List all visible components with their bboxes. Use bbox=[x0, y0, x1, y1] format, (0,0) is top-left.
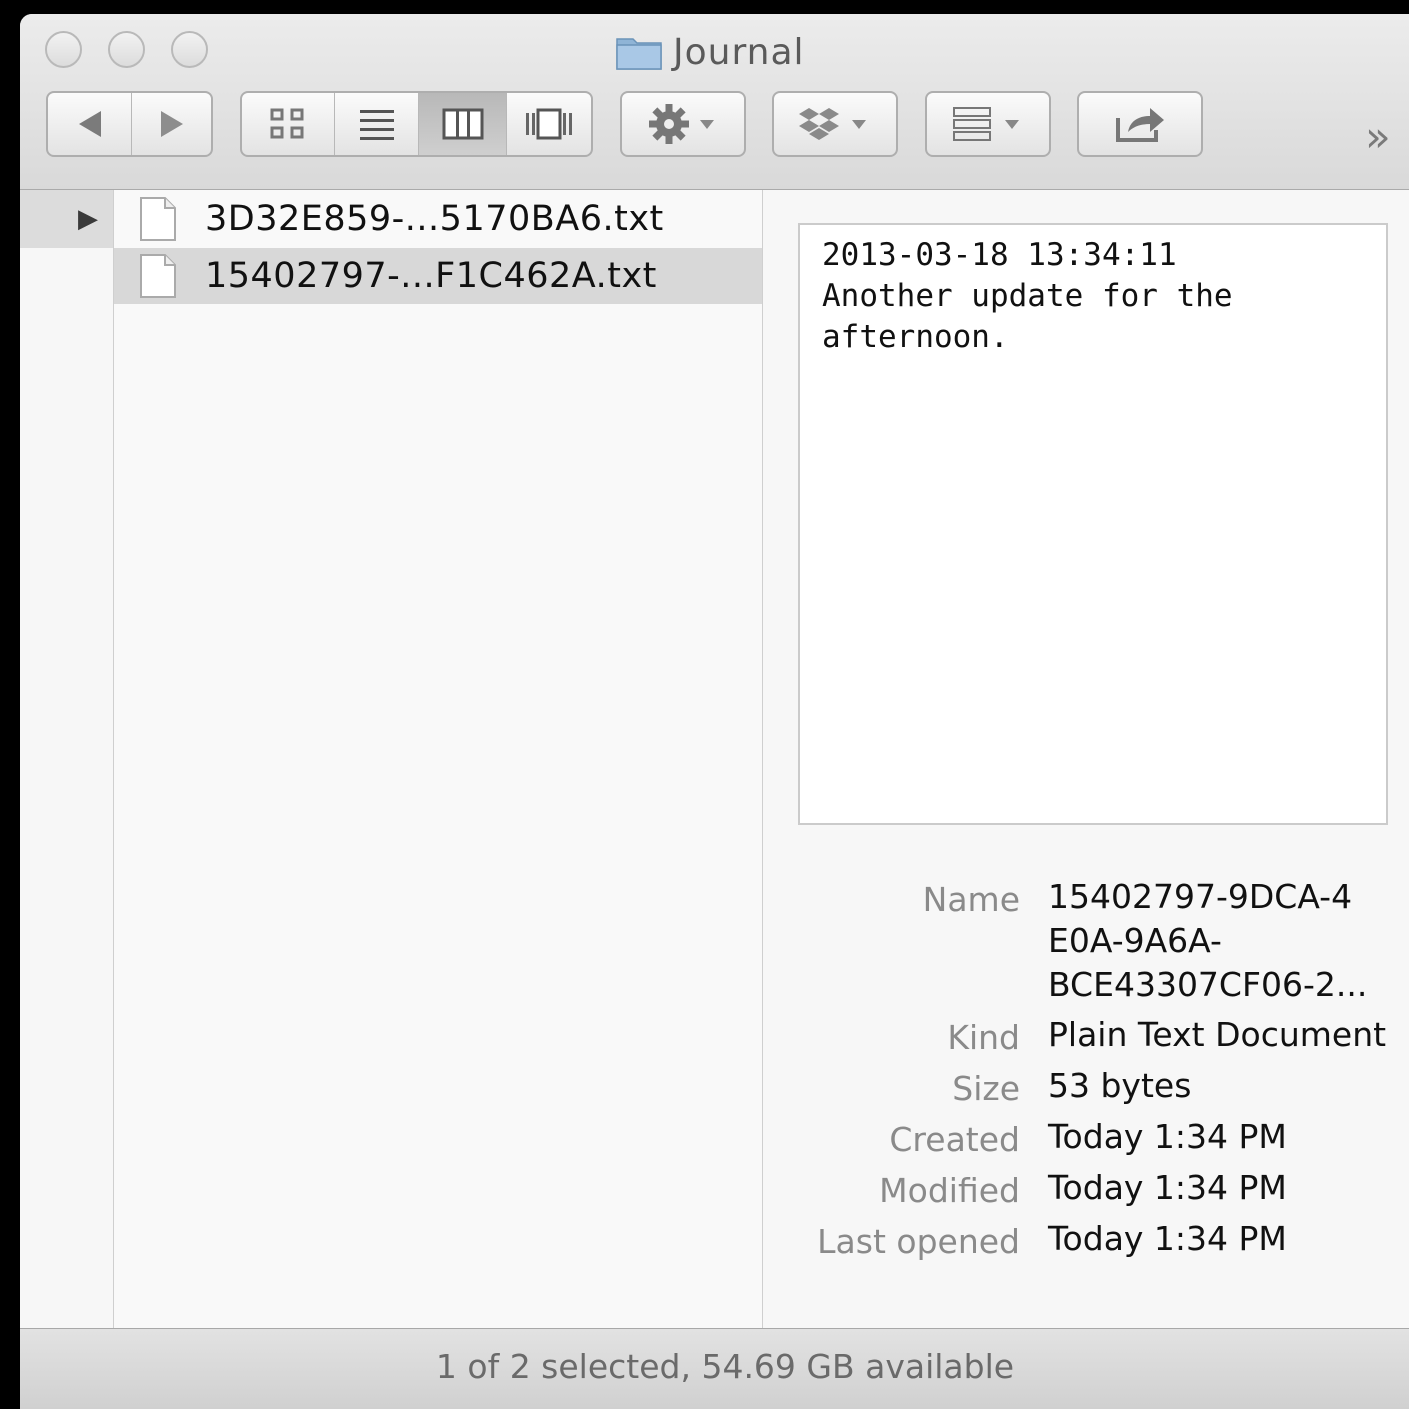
zoom-button[interactable] bbox=[171, 31, 208, 68]
info-label: Last opened bbox=[817, 1222, 1020, 1261]
file-row[interactable]: 3D32E859-...5170BA6.txt bbox=[114, 191, 762, 247]
sidebar: ▶ bbox=[20, 190, 114, 1328]
file-name: 15402797-...F1C462A.txt bbox=[205, 256, 657, 296]
status-bar: 1 of 2 selected, 54.69 GB available bbox=[20, 1328, 1409, 1409]
info-value: 53 bytes bbox=[1048, 1066, 1192, 1105]
view-mode-group bbox=[240, 91, 593, 157]
coverflow-view-icon bbox=[526, 108, 572, 140]
share-button[interactable] bbox=[1077, 91, 1203, 157]
nav-button-group bbox=[46, 91, 213, 157]
info-label: Created bbox=[889, 1120, 1020, 1159]
info-value: BCE43307CF06-2... bbox=[1048, 965, 1368, 1004]
info-value: 15402797-9DCA-4 bbox=[1048, 877, 1353, 916]
preview-line: Another update for the bbox=[822, 278, 1233, 314]
coverflow-view-button[interactable] bbox=[506, 93, 591, 155]
sidebar-item[interactable]: ▶ bbox=[20, 190, 113, 248]
back-button[interactable] bbox=[48, 93, 131, 155]
info-label: Modified bbox=[879, 1171, 1020, 1210]
disclosure-triangle-icon[interactable]: ▶ bbox=[78, 204, 98, 234]
icon-view-button[interactable] bbox=[242, 93, 334, 155]
close-button[interactable] bbox=[45, 31, 82, 68]
info-label: Size bbox=[952, 1069, 1020, 1108]
window-title-group: Journal bbox=[615, 30, 805, 74]
info-value: E0A-9A6A- bbox=[1048, 921, 1222, 960]
text-file-icon bbox=[140, 197, 176, 241]
toolbar-overflow-button[interactable]: » bbox=[1365, 112, 1391, 161]
share-icon bbox=[1116, 108, 1164, 142]
window-title: Journal bbox=[673, 31, 805, 73]
list-view-icon bbox=[359, 110, 394, 140]
info-value: Today 1:34 PM bbox=[1048, 1117, 1287, 1156]
gear-icon bbox=[649, 104, 714, 144]
file-column: 3D32E859-...5170BA6.txt 15402797-...F1C4… bbox=[114, 190, 763, 1328]
titlebar: Journal » bbox=[20, 14, 1409, 190]
column-view-button[interactable] bbox=[418, 93, 506, 155]
folder-icon bbox=[616, 38, 662, 70]
forward-icon bbox=[160, 111, 183, 137]
preview-pane: 2013-03-18 13:34:11 Another update for t… bbox=[763, 190, 1409, 1328]
status-text: 1 of 2 selected, 54.69 GB available bbox=[435, 1347, 1015, 1386]
preview-line: 2013-03-18 13:34:11 bbox=[822, 237, 1177, 273]
info-label: Name bbox=[922, 880, 1020, 919]
file-preview: 2013-03-18 13:34:11 Another update for t… bbox=[798, 223, 1388, 825]
text-file-icon bbox=[140, 254, 176, 298]
arrange-icon bbox=[953, 107, 1019, 141]
file-row-selected[interactable]: 15402797-...F1C462A.txt bbox=[114, 248, 762, 304]
back-icon bbox=[78, 111, 101, 137]
info-label: Kind bbox=[947, 1018, 1020, 1057]
action-menu-button[interactable] bbox=[620, 91, 746, 157]
icon-view-icon bbox=[270, 108, 304, 139]
forward-button[interactable] bbox=[131, 93, 211, 155]
finder-window: Journal » ▶ 3D32E859-...5170BA6.txt 1540… bbox=[20, 14, 1409, 1409]
preview-line: afternoon. bbox=[822, 319, 1009, 355]
info-value: Today 1:34 PM bbox=[1048, 1168, 1287, 1207]
minimize-button[interactable] bbox=[108, 31, 145, 68]
arrange-menu-button[interactable] bbox=[925, 91, 1051, 157]
info-value: Plain Text Document bbox=[1048, 1015, 1387, 1054]
info-value: Today 1:34 PM bbox=[1048, 1219, 1287, 1258]
file-name: 3D32E859-...5170BA6.txt bbox=[205, 199, 664, 239]
dropbox-menu-button[interactable] bbox=[772, 91, 898, 157]
list-view-button[interactable] bbox=[334, 93, 418, 155]
dropbox-icon bbox=[799, 108, 866, 140]
column-view-icon bbox=[442, 108, 483, 140]
